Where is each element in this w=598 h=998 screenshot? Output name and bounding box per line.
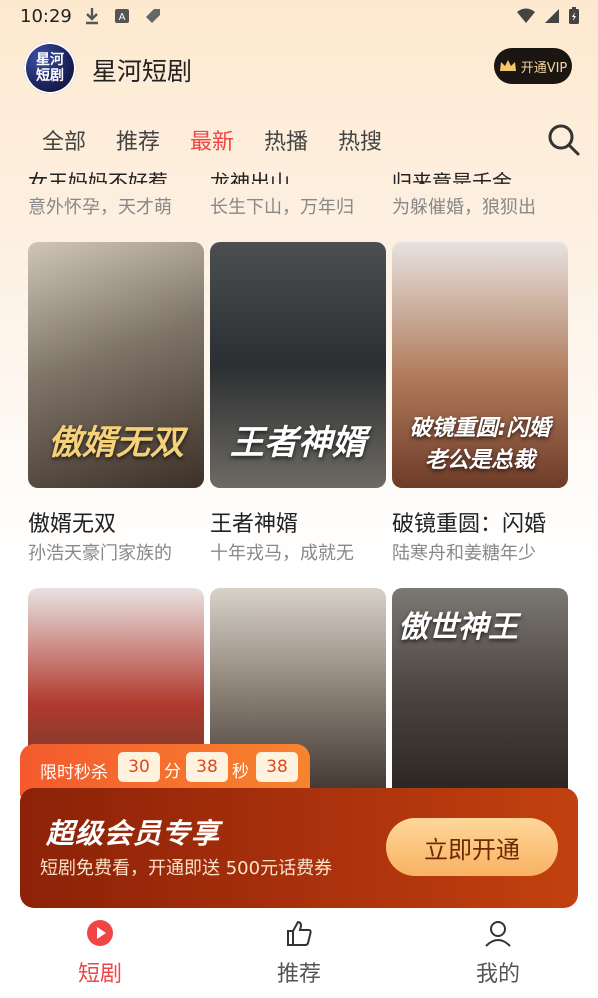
tag-icon (146, 9, 160, 23)
promo-subtitle: 短剧免费看，开通即送 500元话费券 (40, 858, 333, 879)
status-time: 10:29 (20, 6, 72, 27)
poster-title-text: 傲婿无双 (48, 423, 184, 463)
bottom-nav: 短剧 推荐 我的 (0, 908, 598, 998)
nav-label: 短剧 (77, 962, 122, 987)
card-subtitle: 意外怀孕，天才萌 (28, 197, 172, 218)
vip-button[interactable]: 开通VIP (494, 48, 572, 84)
card-subtitle: 十年戎马，成就无 (210, 543, 354, 564)
card-subtitle: 为躲催婚，狼狈出 (392, 197, 536, 218)
nav-label: 推荐 (276, 962, 321, 987)
wifi-icon (517, 8, 535, 23)
drama-card-poster[interactable]: 王者神婿 (210, 242, 386, 488)
card-title: 龙神出山 (210, 170, 290, 184)
drama-card-poster[interactable]: 傲世神王 (392, 588, 568, 798)
poster-title-text: 王者神婿 (230, 423, 366, 463)
tab-latest[interactable]: 最新 (190, 124, 234, 156)
nav-item-recommend[interactable]: 推荐 (249, 918, 349, 988)
poster-title-text: 破镜重圆:闪婚老公是总裁 (409, 416, 551, 473)
card-title: 女王妈妈不好惹 (28, 170, 168, 184)
flash-sale-label: 限时秒杀 (40, 763, 108, 783)
app-header: 星河短剧 星河短剧 开通VIP (0, 40, 598, 98)
timer-unit: 秒 (232, 762, 249, 782)
card-title: 归来竟是千金 (392, 170, 512, 184)
status-bar: 10:29 A (0, 0, 598, 34)
app-title: 星河短剧 (92, 57, 193, 86)
play-icon (87, 920, 113, 946)
card-title[interactable]: 破镜重圆：闪婚 (392, 506, 568, 538)
nav-item-dramas[interactable]: 短剧 (50, 918, 150, 988)
timer-hours: 30 (118, 752, 160, 782)
signal-icon (545, 9, 559, 23)
download-icon (86, 8, 98, 25)
app-logo: 星河短剧 (24, 42, 76, 94)
battery-icon (569, 7, 579, 24)
svg-text:A: A (119, 12, 126, 23)
tab-all[interactable]: 全部 (42, 124, 86, 156)
crown-icon (499, 60, 516, 71)
poster-title-text: 傲世神王 (398, 610, 518, 645)
vip-label: 开通VIP (520, 60, 568, 76)
app-notification-icon: A (115, 9, 129, 23)
drama-card-poster[interactable]: 破镜重圆:闪婚老公是总裁 (392, 242, 568, 488)
timer-seconds: 38 (256, 752, 298, 782)
promo-title: 超级会员专享 (46, 817, 221, 850)
user-icon (485, 921, 511, 947)
drama-card-poster[interactable]: 傲婿无双 (28, 242, 204, 488)
card-subtitle: 陆寒舟和姜糖年少 (392, 543, 536, 564)
card-title[interactable]: 王者神婿 (210, 506, 386, 538)
card-subtitle: 孙浩天豪门家族的 (28, 543, 172, 564)
timer-minutes: 38 (186, 752, 228, 782)
tab-hot-search[interactable]: 热搜 (338, 124, 382, 156)
card-subtitle: 长生下山，万年归 (210, 197, 354, 218)
card-title[interactable]: 傲婿无双 (28, 506, 204, 538)
search-button[interactable] (546, 122, 582, 158)
category-tabs: 全部 推荐 最新 热播 热搜 (0, 118, 598, 162)
nav-label: 我的 (475, 962, 520, 987)
tab-recommended[interactable]: 推荐 (116, 124, 160, 156)
thumbs-up-icon (287, 920, 312, 946)
timer-unit: 分 (164, 762, 181, 782)
activate-now-button[interactable]: 立即开通 (386, 818, 558, 876)
vip-promo-banner[interactable]: 超级会员专享 短剧免费看，开通即送 500元话费券 立即开通 (20, 788, 578, 908)
search-icon (548, 124, 580, 156)
tab-trending[interactable]: 热播 (264, 124, 308, 156)
nav-item-profile[interactable]: 我的 (448, 918, 548, 988)
